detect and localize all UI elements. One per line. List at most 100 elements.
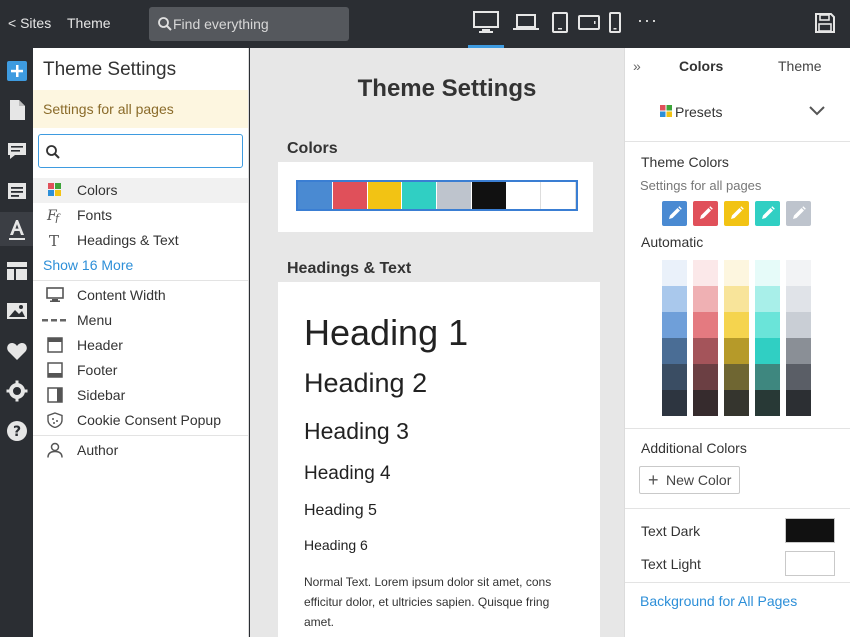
top-bar: < Sites Theme Find everything ··· <box>0 0 850 48</box>
shade-cell[interactable] <box>724 390 749 416</box>
shade-cell[interactable] <box>662 364 687 390</box>
paragraph-line: Normal Text. Lorem ipsum dolor sit amet,… <box>304 575 552 589</box>
text-light-color-picker[interactable] <box>785 551 835 576</box>
shade-cell[interactable] <box>693 338 718 364</box>
favorites-heart-icon[interactable] <box>6 340 28 362</box>
pencil-icon <box>762 206 775 219</box>
color-swatch[interactable] <box>541 182 576 209</box>
settings-item-content-width[interactable]: Content Width <box>33 283 248 308</box>
presets-grid-icon <box>660 105 672 117</box>
color-swatch[interactable] <box>437 182 472 209</box>
shade-cell[interactable] <box>693 312 718 338</box>
settings-item-headings-text[interactable]: T Headings & Text <box>33 228 248 253</box>
design-rail-item-selected[interactable] <box>0 212 33 246</box>
shade-cell[interactable] <box>786 260 811 286</box>
shade-cell[interactable] <box>786 390 811 416</box>
save-icon[interactable] <box>814 12 836 34</box>
back-to-sites-link[interactable]: < Sites <box>8 15 51 31</box>
edit-theme-color-button[interactable] <box>693 201 718 226</box>
heading-3-sample: Heading 3 <box>304 418 409 444</box>
tablet-portrait-view-button[interactable] <box>551 10 569 38</box>
shade-cell[interactable] <box>662 390 687 416</box>
shade-cell[interactable] <box>755 338 780 364</box>
color-swatch[interactable] <box>506 182 542 209</box>
shade-cell[interactable] <box>693 364 718 390</box>
comments-icon[interactable] <box>6 140 28 162</box>
shade-cell[interactable] <box>662 338 687 364</box>
settings-item-author[interactable]: Author <box>33 438 248 463</box>
phone-view-button[interactable] <box>607 10 623 38</box>
images-icon[interactable] <box>6 300 28 322</box>
theme-breadcrumb[interactable]: Theme <box>67 15 111 31</box>
edit-theme-color-button[interactable] <box>724 201 749 226</box>
tab-colors[interactable]: Colors <box>679 58 723 74</box>
shade-cell[interactable] <box>662 260 687 286</box>
shade-cell[interactable] <box>724 338 749 364</box>
shade-cell[interactable] <box>755 364 780 390</box>
shade-cell[interactable] <box>755 390 780 416</box>
settings-scope-note: Settings for all pages <box>33 90 248 128</box>
tablet-landscape-view-button[interactable] <box>577 10 601 38</box>
person-icon <box>47 442 63 458</box>
shade-cell[interactable] <box>786 364 811 390</box>
settings-item-sidebar[interactable]: Sidebar <box>33 383 248 408</box>
colors-preview-card <box>278 162 593 232</box>
shade-cell[interactable] <box>786 286 811 312</box>
settings-item-header[interactable]: Header <box>33 333 248 358</box>
shade-cell[interactable] <box>724 286 749 312</box>
settings-item-footer[interactable]: Footer <box>33 358 248 383</box>
settings-item-fonts[interactable]: F f Fonts <box>33 203 248 228</box>
color-swatch[interactable] <box>367 182 403 209</box>
settings-item-menu[interactable]: Menu <box>33 308 248 333</box>
shade-cell[interactable] <box>693 390 718 416</box>
shade-cell[interactable] <box>755 286 780 312</box>
chevron-down-icon[interactable] <box>808 104 826 118</box>
color-swatch[interactable] <box>471 182 507 209</box>
background-all-pages-link[interactable]: Background for All Pages <box>640 593 797 609</box>
color-swatch[interactable] <box>402 182 437 209</box>
header-layout-icon <box>47 337 63 353</box>
layout-icon[interactable] <box>6 260 28 282</box>
collapse-panel-icon[interactable]: » <box>633 58 641 74</box>
new-color-button[interactable]: + New Color <box>639 466 740 494</box>
blog-posts-icon[interactable] <box>6 180 28 202</box>
settings-item-colors[interactable]: Colors <box>33 178 248 203</box>
shade-cell[interactable] <box>693 286 718 312</box>
shade-cell[interactable] <box>786 338 811 364</box>
shade-cell[interactable] <box>693 260 718 286</box>
shade-cell[interactable] <box>724 260 749 286</box>
theme-colors-label: Theme Colors <box>641 154 729 170</box>
color-swatch[interactable] <box>332 182 368 209</box>
shade-cell[interactable] <box>724 364 749 390</box>
settings-search-input[interactable] <box>65 141 235 161</box>
help-icon[interactable]: ? <box>6 420 28 442</box>
show-more-link[interactable]: Show 16 More <box>43 257 133 273</box>
more-options-icon[interactable]: ··· <box>637 10 658 31</box>
shade-cell[interactable] <box>662 312 687 338</box>
svg-text:f: f <box>54 212 61 223</box>
desktop-view-button[interactable] <box>468 10 504 48</box>
edit-theme-color-button[interactable] <box>755 201 780 226</box>
shade-cell[interactable] <box>724 312 749 338</box>
find-everything-search[interactable]: Find everything <box>149 7 349 41</box>
text-dark-color-picker[interactable] <box>785 518 835 543</box>
tab-theme[interactable]: Theme <box>778 58 822 74</box>
shade-cell[interactable] <box>755 312 780 338</box>
shade-cell[interactable] <box>755 260 780 286</box>
edit-theme-color-button[interactable] <box>786 201 811 226</box>
pencil-icon <box>669 206 682 219</box>
settings-gear-icon[interactable] <box>6 380 28 402</box>
pencil-icon <box>731 206 744 219</box>
pencil-icon <box>700 206 713 219</box>
edit-theme-color-button[interactable] <box>662 201 687 226</box>
headings-preview-card: Heading 1 Heading 2 Heading 3 Heading 4 … <box>278 282 600 637</box>
color-swatch-strip[interactable] <box>296 180 578 211</box>
laptop-view-button[interactable] <box>512 10 540 38</box>
add-element-icon[interactable] <box>6 60 28 82</box>
pages-icon[interactable] <box>6 99 28 121</box>
color-swatch[interactable] <box>298 182 333 209</box>
shade-cell[interactable] <box>786 312 811 338</box>
settings-item-cookie-consent[interactable]: Cookie Consent Popup <box>33 408 248 433</box>
shade-cell[interactable] <box>662 286 687 312</box>
settings-search-field[interactable] <box>38 134 243 168</box>
